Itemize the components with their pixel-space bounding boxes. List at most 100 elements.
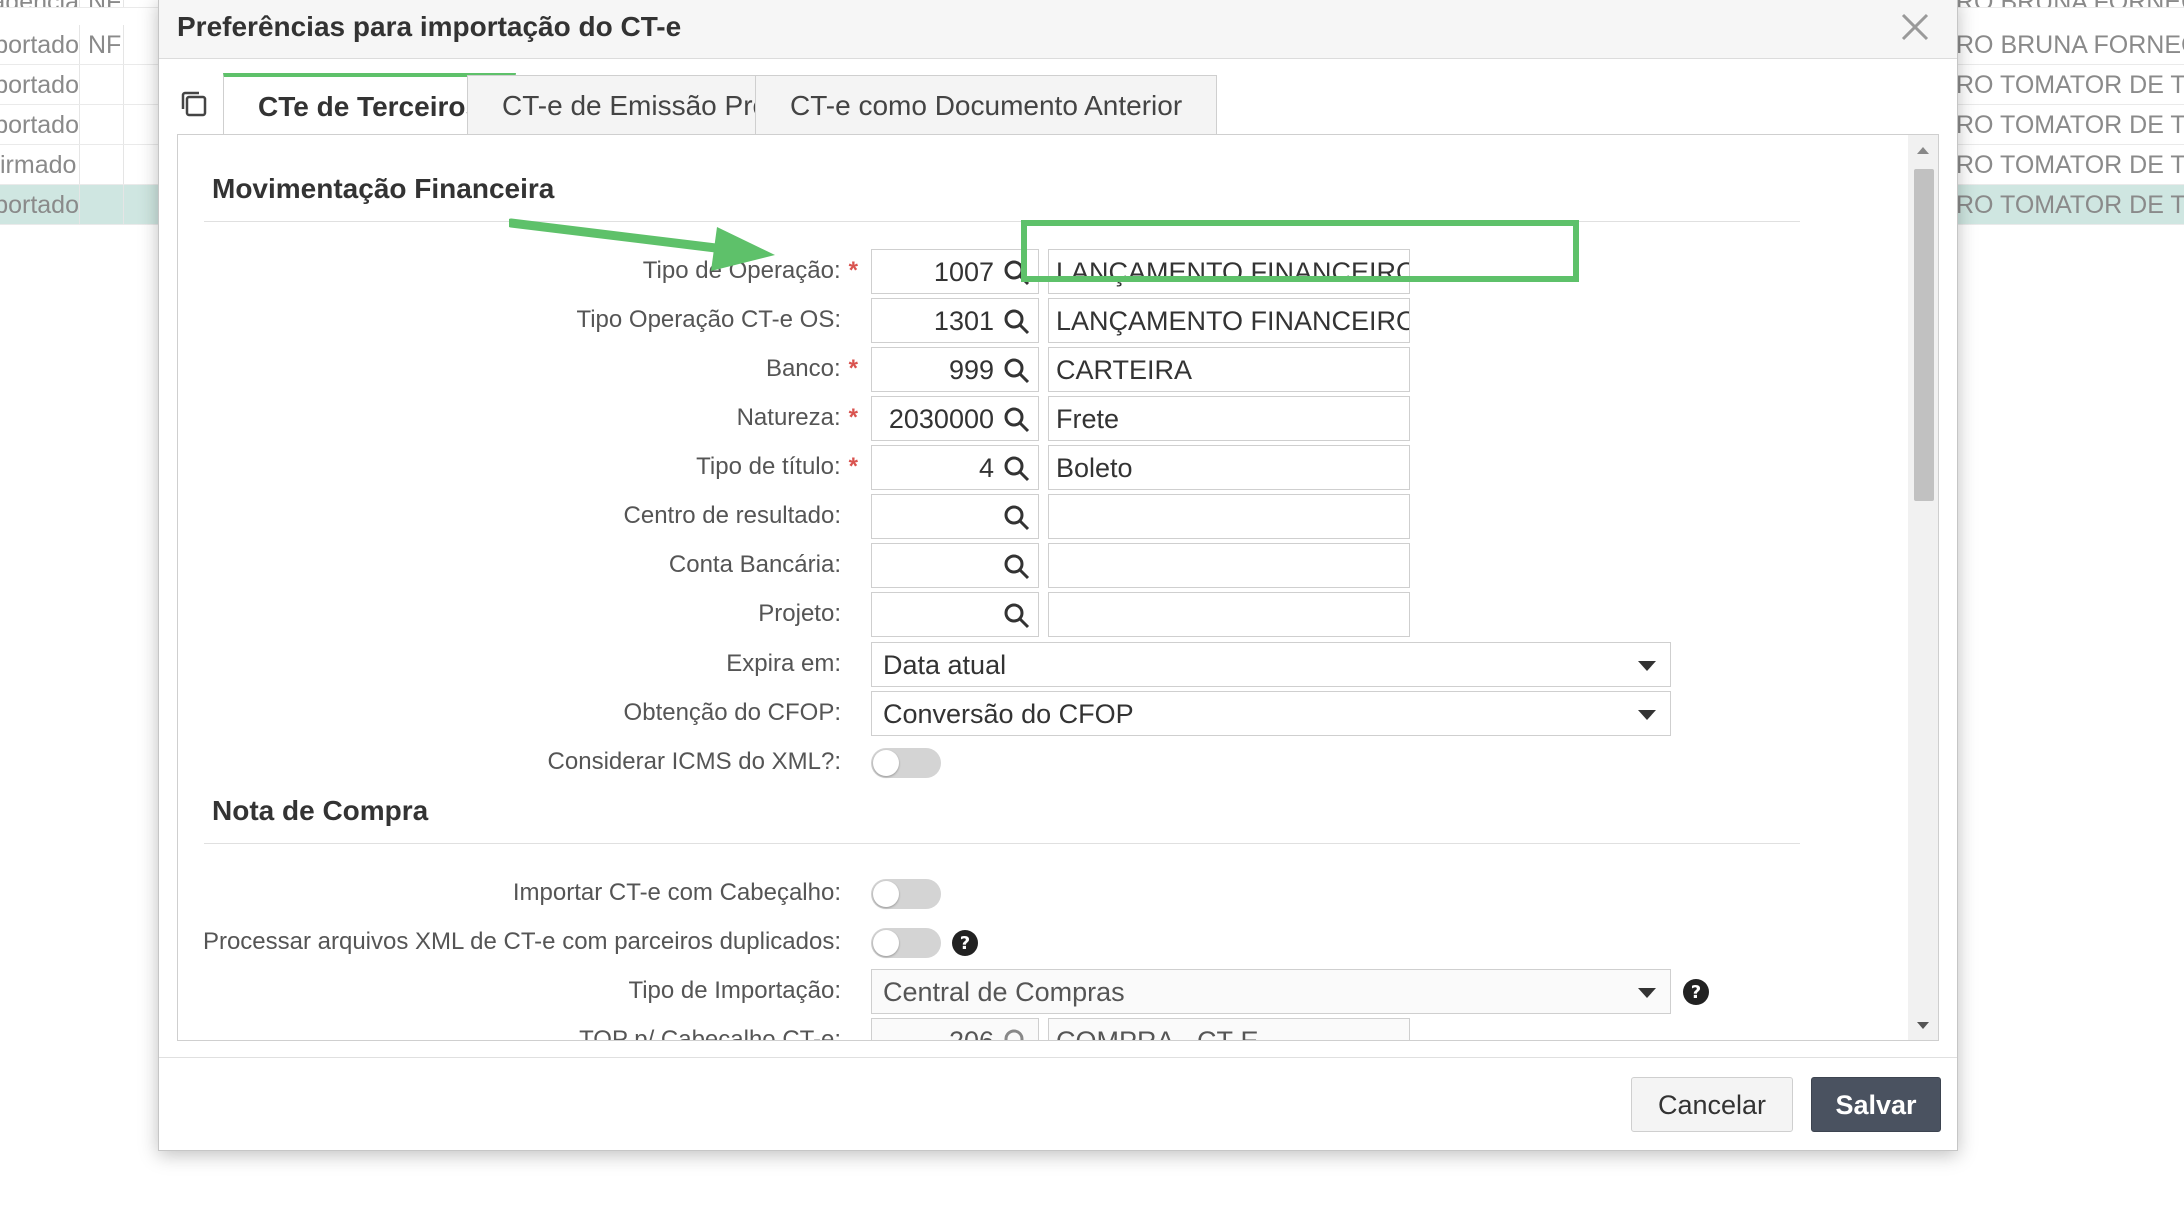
- search-icon[interactable]: [1002, 454, 1032, 484]
- tab-bar: CTe de Terceiros CT-e de Emissão Própria…: [177, 73, 1957, 137]
- help-icon[interactable]: ?: [951, 929, 979, 957]
- bg-cell: [80, 65, 124, 104]
- search-icon[interactable]: [1002, 405, 1032, 435]
- scroll-up-icon[interactable]: [1908, 135, 1938, 165]
- form-panel: Movimentação Financeira Tipo de Operação…: [177, 134, 1939, 1041]
- scrollbar-thumb[interactable]: [1914, 169, 1934, 501]
- close-icon[interactable]: [1895, 7, 1935, 47]
- toggle-knob: [873, 881, 899, 907]
- vertical-scrollbar[interactable]: [1908, 135, 1938, 1040]
- field-centro-resultado: Centro de resultado:: [178, 494, 1878, 540]
- footer-divider: [159, 1057, 1957, 1058]
- centro-resultado-code-input[interactable]: [871, 494, 1039, 539]
- bg-row: agencia NF: [0, 0, 165, 8]
- toggle-knob: [873, 750, 899, 776]
- bg-row[interactable]: RO TOMATOR DE TR: [1956, 145, 2184, 185]
- bg-cell: [80, 105, 124, 144]
- tab-cte-documento-anterior[interactable]: CT-e como Documento Anterior: [755, 75, 1218, 135]
- tipo-operacao-os-code-input[interactable]: 1301: [871, 298, 1039, 343]
- section-divider: [204, 843, 1800, 844]
- field-obtencao-cfop: Obtenção do CFOP: Conversão do CFOP: [178, 691, 1878, 737]
- field-conta-bancaria: Conta Bancária:: [178, 543, 1878, 589]
- field-tipo-titulo: Tipo de título: * 4 Boleto: [178, 445, 1878, 491]
- chevron-down-icon: [1638, 661, 1656, 671]
- field-label: Tipo de título: *: [696, 453, 858, 480]
- bg-row[interactable]: RO BRUNA FORNEC: [1956, 25, 2184, 65]
- search-icon[interactable]: [1002, 552, 1032, 582]
- top-cabecalho-code-input[interactable]: 206: [871, 1018, 1039, 1041]
- top-cabecalho-desc: COMPRA - CT-E: [1048, 1018, 1410, 1040]
- bg-cell: agencia: [0, 0, 80, 7]
- projeto-desc: [1048, 592, 1410, 637]
- bg-cell: portado: [0, 65, 80, 104]
- bg-row[interactable]: portado: [0, 105, 165, 145]
- field-label: Processar arquivos XML de CT-e com parce…: [202, 928, 841, 955]
- tipo-titulo-code-input[interactable]: 4: [871, 445, 1039, 490]
- bg-cell: NF: [80, 0, 124, 7]
- svg-text:?: ?: [1691, 982, 1701, 1003]
- processar-duplicados-toggle[interactable]: [871, 928, 941, 958]
- centro-resultado-desc: [1048, 494, 1410, 539]
- copy-icon[interactable]: [177, 87, 211, 121]
- importar-cabecalho-toggle[interactable]: [871, 879, 941, 909]
- field-label: Obtenção do CFOP:: [623, 699, 841, 726]
- bg-row-selected[interactable]: RO TOMATOR DE TR: [1956, 185, 2184, 225]
- chevron-down-icon: [1638, 710, 1656, 720]
- section-divider: [204, 221, 1800, 222]
- obtencao-cfop-select[interactable]: Conversão do CFOP: [871, 691, 1671, 736]
- code-value: 999: [948, 355, 994, 385]
- bg-cell: portado: [0, 105, 80, 144]
- natureza-code-input[interactable]: 2030000: [871, 396, 1039, 441]
- field-banco: Banco: * 999 CARTEIRA: [178, 347, 1878, 393]
- section-title-financeira: Movimentação Financeira: [212, 173, 555, 204]
- field-considerar-icms: Considerar ICMS do XML?:: [178, 740, 1878, 786]
- bg-row[interactable]: RO TOMATOR DE TR: [1956, 65, 2184, 105]
- save-button[interactable]: Salvar: [1811, 1077, 1941, 1132]
- field-tipo-importacao: Tipo de Importação: Central de Compras ?: [178, 969, 1878, 1015]
- field-label: Tipo Operação CT-e OS:: [576, 306, 841, 333]
- field-label: TOP p/ Cabeçalho CT-e:: [579, 1026, 841, 1041]
- field-label: Conta Bancária:: [668, 551, 841, 578]
- projeto-code-input[interactable]: [871, 592, 1039, 637]
- field-label: Tipo de Importação:: [628, 977, 841, 1004]
- banco-code-input[interactable]: 999: [871, 347, 1039, 392]
- field-expira-em: Expira em: Data atual: [178, 642, 1878, 688]
- tipo-operacao-code-input[interactable]: 1007: [871, 249, 1039, 294]
- search-icon[interactable]: [1002, 356, 1032, 386]
- background-grid-right: RO BRUNA FORNEC RO BRUNA FORNEC RO TOMAT…: [1956, 0, 2184, 225]
- bg-row[interactable]: RO TOMATOR DE TR: [1956, 105, 2184, 145]
- modal-header: Preferências para importação do CT-e: [159, 0, 1957, 59]
- tipo-operacao-desc: LANÇAMENTO FINANCEIRO: [1048, 249, 1410, 294]
- field-label: Banco: *: [765, 355, 858, 382]
- bg-cell: NF: [80, 25, 124, 64]
- conta-bancaria-desc: [1048, 543, 1410, 588]
- select-value: Conversão do CFOP: [883, 699, 1134, 729]
- search-icon[interactable]: [1002, 601, 1032, 631]
- conta-bancaria-code-input[interactable]: [871, 543, 1039, 588]
- scroll-down-icon[interactable]: [1908, 1010, 1938, 1040]
- code-value: 2030000: [888, 404, 994, 434]
- bg-cell: irmado: [0, 145, 80, 184]
- tipo-titulo-desc: Boleto: [1048, 445, 1410, 490]
- cancel-button[interactable]: Cancelar: [1631, 1077, 1793, 1132]
- search-icon[interactable]: [1002, 307, 1032, 337]
- bg-row[interactable]: portado NF: [0, 25, 165, 65]
- bg-row[interactable]: irmado: [0, 145, 165, 185]
- toggle-knob: [873, 930, 899, 956]
- svg-text:?: ?: [960, 933, 970, 954]
- search-icon[interactable]: [1002, 503, 1032, 533]
- bg-row-selected[interactable]: portado: [0, 185, 165, 225]
- field-importar-cabecalho: Importar CT-e com Cabeçalho:: [178, 871, 1878, 917]
- help-icon[interactable]: ?: [1682, 978, 1710, 1006]
- preferences-modal: Preferências para importação do CT-e CTe…: [158, 0, 1958, 1151]
- code-value: 4: [978, 453, 994, 483]
- field-label: Natureza: *: [736, 404, 858, 431]
- bg-row[interactable]: portado: [0, 65, 165, 105]
- considerar-icms-toggle[interactable]: [871, 748, 941, 778]
- expira-em-select[interactable]: Data atual: [871, 642, 1671, 687]
- search-icon[interactable]: [1002, 258, 1032, 288]
- field-natureza: Natureza: * 2030000 Frete: [178, 396, 1878, 442]
- section-title-compra: Nota de Compra: [212, 795, 429, 826]
- search-icon[interactable]: [1002, 1027, 1032, 1041]
- tipo-importacao-select[interactable]: Central de Compras: [871, 969, 1671, 1014]
